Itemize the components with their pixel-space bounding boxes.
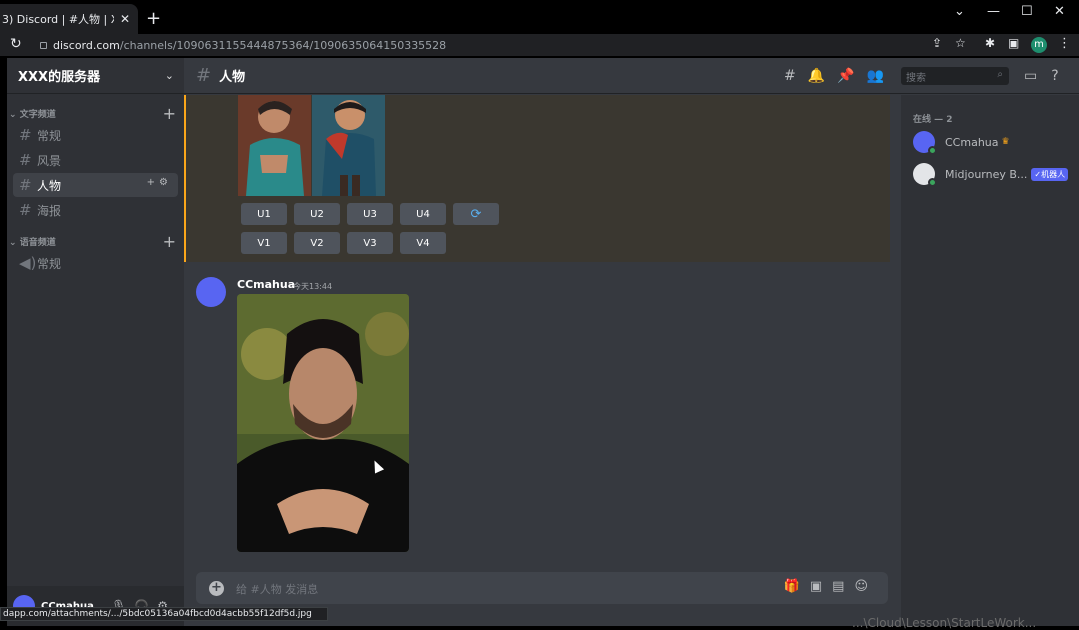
- upscale-button-row: U1 U2 U3 U4 ⟳: [241, 203, 506, 225]
- add-channel-icon[interactable]: +: [163, 104, 176, 123]
- close-window-button[interactable]: ✕: [1054, 4, 1065, 19]
- channel-title: 人物: [219, 70, 246, 85]
- tab-close-icon[interactable]: ✕: [120, 12, 130, 26]
- channel-sidebar: XXX的服务器 ⌄ ⌄ 文字频道 + # 常规 # 风景 # 人物 +⚙ # 海报 ⌄ 语…: [7, 58, 184, 626]
- crown-icon: ♛: [1001, 137, 1010, 147]
- url-path: /channels/1090631155444875364/1090635064…: [119, 38, 447, 52]
- member-name: Midjourney B...: [945, 167, 1028, 181]
- browser-titlebar: 3) Discord | #人物 | XXX的服 ✕ + ⌄ — ☐ ✕: [0, 0, 1079, 34]
- inbox-help-icons[interactable]: ▭?: [1024, 68, 1073, 84]
- reroll-icon[interactable]: ⟳: [453, 203, 499, 225]
- variation-button-row: V1 V2 V3 V4: [241, 232, 453, 254]
- upscale-button-3[interactable]: U3: [347, 203, 393, 225]
- channel-item-scenery[interactable]: # 风景: [13, 148, 178, 172]
- avatar: [913, 131, 937, 155]
- hash-icon: #: [19, 201, 32, 219]
- server-name: XXX的服务器: [18, 70, 101, 85]
- share-icon[interactable]: ⇪: [932, 36, 942, 50]
- reload-icon[interactable]: ↻: [10, 36, 22, 52]
- category-label: 语音频道: [19, 237, 56, 248]
- message-timestamp: 今天13:44: [293, 282, 333, 291]
- chevron-down-icon: ⌄: [9, 237, 20, 248]
- url-field[interactable]: discord.com /channels/109063115544487536…: [32, 35, 1050, 55]
- lock-icon[interactable]: [40, 41, 47, 49]
- message-author[interactable]: CCmahua: [237, 278, 295, 291]
- member-name: CCmahua: [945, 135, 999, 149]
- member-list: 在线 — 2 CCmahua ♛ Midjourney B... ✓机器人: [901, 95, 1079, 626]
- avatar: [913, 163, 937, 187]
- discord-app: XXX的服务器 ⌄ ⌄ 文字频道 + # 常规 # 风景 # 人物 +⚙ # 海报 ⌄ 语…: [7, 58, 1079, 626]
- maximize-button[interactable]: ☐: [1021, 4, 1033, 19]
- message-composer[interactable]: + 给 #人物 发消息 🎁▣▤☺: [196, 572, 888, 604]
- channel-toolbar-icons[interactable]: #🔔📌👥: [784, 68, 896, 84]
- midjourney-message: U1 U2 U3 U4 ⟳ V1 V2 V3 V4: [184, 95, 890, 262]
- online-header: 在线 — 2: [913, 115, 953, 125]
- profile-avatar[interactable]: m: [1031, 37, 1047, 53]
- search-placeholder: 搜索: [906, 73, 926, 84]
- minimize-button[interactable]: —: [987, 4, 1000, 19]
- member-item[interactable]: CCmahua ♛: [913, 131, 1010, 155]
- category-text-channels[interactable]: ⌄ 文字频道 +: [7, 104, 184, 123]
- add-channel-icon[interactable]: +: [163, 232, 176, 251]
- server-header[interactable]: XXX的服务器 ⌄: [7, 58, 184, 94]
- voice-channel-general[interactable]: ◀) 常规: [13, 251, 178, 275]
- link-status-bar: dapp.com/attachments/.../5bdc05136a04fbc…: [0, 607, 328, 621]
- member-item[interactable]: Midjourney B... ✓机器人: [913, 163, 1069, 187]
- watermark-text: ...\Cloud\Lesson\StartLeWork...: [852, 616, 1037, 630]
- online-status-dot: [928, 178, 937, 187]
- category-voice-channels[interactable]: ⌄ 语音频道 +: [7, 232, 184, 251]
- browser-tab[interactable]: 3) Discord | #人物 | XXX的服 ✕: [0, 4, 138, 34]
- channel-topbar: # 人物 #🔔📌👥 搜索 ⌕ ▭?: [184, 58, 1079, 94]
- bot-badge: ✓机器人: [1031, 167, 1069, 181]
- upscale-button-2[interactable]: U2: [294, 203, 340, 225]
- channel-label: 常规: [37, 256, 62, 271]
- channel-settings-icons[interactable]: +⚙: [147, 177, 172, 188]
- composer-placeholder: 给 #人物 发消息: [236, 583, 319, 596]
- variation-button-2[interactable]: V2: [294, 232, 340, 254]
- browser-menu-icon[interactable]: ⋮: [1058, 36, 1071, 51]
- channel-label: 常规: [37, 128, 62, 143]
- channel-item-general[interactable]: # 常规: [13, 123, 178, 147]
- hash-icon: #: [196, 65, 212, 86]
- upscale-button-1[interactable]: U1: [241, 203, 287, 225]
- url-host: discord.com: [53, 38, 120, 52]
- message-list: U1 U2 U3 U4 ⟳ V1 V2 V3 V4 CCmahua 今天13:4…: [184, 95, 901, 571]
- chevron-down-icon: ⌄: [9, 109, 20, 120]
- speaker-icon: ◀): [19, 254, 37, 272]
- sidepanel-icon[interactable]: ▣: [1008, 36, 1019, 50]
- channel-label: 人物: [37, 178, 62, 193]
- hash-icon: #: [19, 126, 32, 144]
- attach-plus-icon[interactable]: +: [209, 581, 224, 596]
- tab-search-icon[interactable]: ⌄: [954, 4, 965, 19]
- extensions-icon[interactable]: ✱: [985, 36, 995, 50]
- channel-label: 风景: [37, 153, 62, 168]
- composer-toolbar-icons[interactable]: 🎁▣▤☺: [784, 579, 878, 594]
- channel-item-people[interactable]: # 人物 +⚙: [13, 173, 178, 197]
- variation-button-1[interactable]: V1: [241, 232, 287, 254]
- uploaded-portrait-image[interactable]: [237, 294, 409, 552]
- generated-image-1[interactable]: [238, 95, 311, 196]
- generated-image-2[interactable]: [312, 95, 385, 196]
- variation-button-3[interactable]: V3: [347, 232, 393, 254]
- channel-label: 海报: [37, 203, 62, 218]
- new-tab-button[interactable]: +: [146, 8, 161, 29]
- hash-icon: #: [19, 176, 32, 194]
- search-icon: ⌕: [997, 69, 1003, 80]
- online-status-dot: [928, 146, 937, 155]
- variation-button-4[interactable]: V4: [400, 232, 446, 254]
- bookmark-star-icon[interactable]: ☆: [955, 36, 966, 50]
- address-bar: ↻ discord.com /channels/1090631155444875…: [0, 34, 1079, 56]
- hash-icon: #: [19, 151, 32, 169]
- avatar[interactable]: [196, 277, 226, 307]
- chevron-down-icon: ⌄: [164, 69, 174, 82]
- tab-title: 3) Discord | #人物 | XXX的服: [2, 13, 114, 26]
- channel-item-poster[interactable]: # 海报: [13, 198, 178, 222]
- upscale-button-4[interactable]: U4: [400, 203, 446, 225]
- category-label: 文字频道: [19, 109, 56, 120]
- search-input[interactable]: 搜索 ⌕: [901, 67, 1009, 85]
